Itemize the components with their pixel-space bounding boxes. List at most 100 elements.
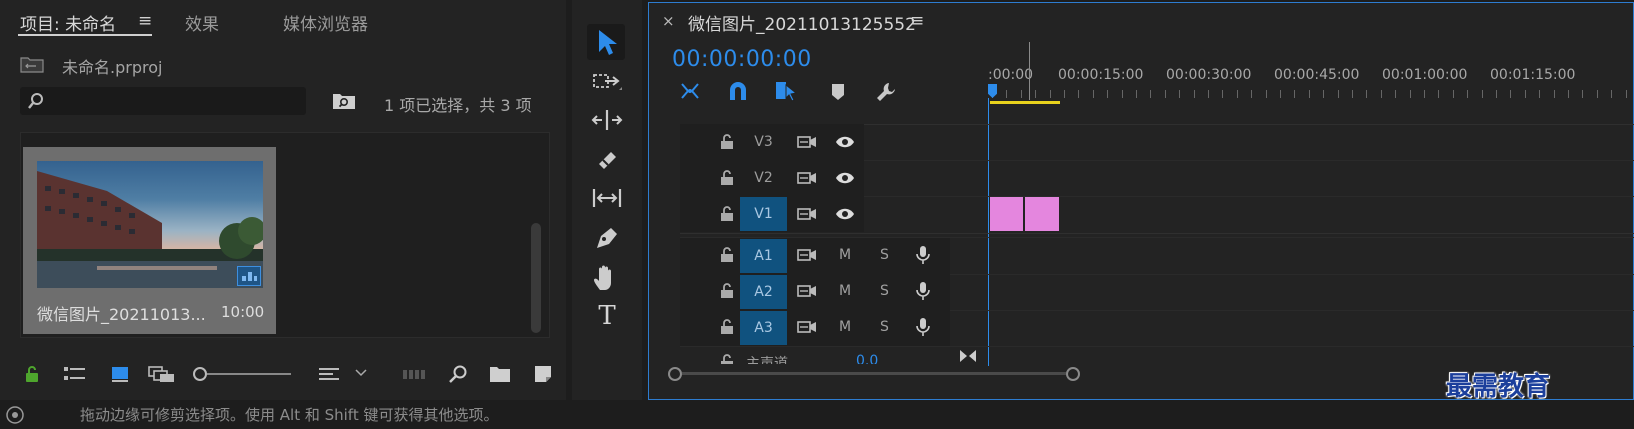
- ruler-tick: [1222, 90, 1223, 98]
- ruler-label: 00:01:15:00: [1490, 67, 1576, 83]
- ruler-tick: [1366, 90, 1367, 98]
- solo-button[interactable]: S: [880, 247, 889, 263]
- mute-button[interactable]: M: [839, 319, 851, 335]
- ripple-edit-tool[interactable]: [590, 105, 624, 135]
- track-target-a1[interactable]: A1: [740, 239, 787, 273]
- ruler-tick: [1107, 90, 1108, 98]
- track-target-a3[interactable]: A3: [740, 311, 787, 345]
- media-item[interactable]: 微信图片_20211013... 10:00: [23, 147, 276, 334]
- toggle-sync-lock-icon[interactable]: [796, 205, 818, 223]
- tab-effects[interactable]: 效果: [185, 10, 219, 35]
- razor-tool[interactable]: [590, 144, 624, 174]
- timeline-menu-icon[interactable]: ≡: [910, 11, 924, 31]
- track-target-v3[interactable]: V3: [740, 125, 787, 159]
- track-target-v2[interactable]: V2: [740, 161, 787, 195]
- zoom-slider[interactable]: [193, 367, 291, 381]
- track-lock-icon[interactable]: [718, 133, 736, 151]
- new-search-bin-icon[interactable]: [332, 90, 356, 112]
- playhead-line: [988, 98, 989, 366]
- ruler-tick: [1294, 90, 1295, 98]
- microphone-icon[interactable]: [914, 245, 932, 265]
- chevron-down-icon[interactable]: [354, 366, 368, 380]
- track-lock-icon[interactable]: [718, 353, 736, 364]
- ruler-tick: [1539, 90, 1540, 98]
- eye-icon[interactable]: [834, 169, 856, 187]
- tab-project[interactable]: 项目: 未命名: [20, 10, 116, 35]
- find-icon[interactable]: [447, 363, 469, 385]
- track-select-tool[interactable]: [590, 66, 624, 96]
- ruler-tick: [1194, 90, 1195, 98]
- sequence-tab-title[interactable]: 微信图片_20211013125552: [688, 10, 916, 35]
- snap-magnet-icon[interactable]: [726, 80, 750, 102]
- microphone-icon[interactable]: [914, 317, 932, 337]
- mute-button[interactable]: M: [839, 283, 851, 299]
- freeform-view-icon[interactable]: [148, 364, 176, 384]
- icon-view-icon[interactable]: [108, 364, 132, 384]
- ruler-tick: [1496, 90, 1497, 98]
- status-icon: [4, 404, 26, 426]
- wrench-icon[interactable]: [874, 80, 898, 104]
- ruler-tick: [1525, 90, 1526, 98]
- ruler-tick: [1424, 90, 1425, 98]
- hand-tool[interactable]: [590, 262, 624, 294]
- toggle-sync-lock-icon[interactable]: [796, 246, 818, 264]
- eye-icon[interactable]: [834, 205, 856, 223]
- eye-icon[interactable]: [834, 133, 856, 151]
- microphone-icon[interactable]: [914, 281, 932, 301]
- media-grid: 微信图片_20211013... 10:00: [20, 132, 550, 338]
- track-target-v1[interactable]: V1: [740, 197, 787, 231]
- playhead-timecode[interactable]: 00:00:00:00: [672, 47, 812, 72]
- ruler-tick: [1064, 90, 1065, 98]
- ruler-tick: [1453, 90, 1454, 98]
- timeline-clip[interactable]: [1025, 197, 1059, 231]
- toggle-sync-lock-icon[interactable]: [796, 169, 818, 187]
- close-icon[interactable]: ×: [662, 12, 675, 30]
- project-panel: 项目: 未命名 ≡ 效果 媒体浏览器 未命名.prproj 1 项已选择，共 3…: [0, 0, 566, 400]
- ruler-tick: [1338, 90, 1339, 98]
- sort-icon[interactable]: [318, 364, 342, 384]
- add-marker-icon[interactable]: [828, 82, 848, 102]
- track-lock-icon[interactable]: [718, 282, 736, 300]
- ruler-label: 00:00:15:00: [1058, 67, 1144, 83]
- solo-button[interactable]: S: [880, 319, 889, 335]
- project-menu-icon[interactable]: ≡: [138, 11, 152, 31]
- track-lock-icon[interactable]: [718, 318, 736, 336]
- solo-button[interactable]: S: [880, 283, 889, 299]
- sequence-badge-icon: [237, 266, 261, 286]
- new-item-icon[interactable]: [532, 363, 554, 385]
- track-target-a2[interactable]: A2: [740, 275, 787, 309]
- automate-to-sequence-icon: [402, 366, 426, 382]
- ruler-tick: [1035, 90, 1036, 98]
- master-volume-value[interactable]: 0.0: [856, 353, 878, 364]
- nest-sequence-icon[interactable]: [678, 80, 702, 102]
- track-lock-icon[interactable]: [718, 169, 736, 187]
- toggle-sync-lock-icon[interactable]: [796, 318, 818, 336]
- tab-media-browser[interactable]: 媒体浏览器: [283, 10, 368, 35]
- type-tool[interactable]: T: [590, 300, 624, 332]
- lock-icon[interactable]: [22, 364, 42, 384]
- track-lock-icon[interactable]: [718, 246, 736, 264]
- clip-name: 微信图片_20211013...: [37, 305, 206, 324]
- work-area-bar[interactable]: [990, 101, 1060, 104]
- ruler-tick: [1482, 90, 1483, 98]
- new-bin-icon[interactable]: [488, 364, 512, 384]
- ruler-tick: [1165, 90, 1166, 98]
- go-to-end-icon[interactable]: [958, 348, 978, 364]
- selection-tool[interactable]: [587, 24, 625, 60]
- ruler-tick: [1597, 90, 1598, 98]
- ruler-tick: [1122, 90, 1123, 98]
- project-file-name: 未命名.prproj: [62, 58, 163, 77]
- status-bar: 拖动边缘可修剪选择项。使用 Alt 和 Shift 键可获得其他选项。: [0, 400, 1634, 429]
- track-lock-icon[interactable]: [718, 205, 736, 223]
- toggle-sync-lock-icon[interactable]: [796, 133, 818, 151]
- toggle-sync-lock-icon[interactable]: [796, 282, 818, 300]
- scrollbar[interactable]: [531, 223, 541, 333]
- linked-selection-icon[interactable]: [774, 79, 800, 103]
- ruler-tick: [1150, 90, 1151, 98]
- slip-tool[interactable]: [590, 183, 624, 213]
- search-input[interactable]: [20, 87, 306, 115]
- list-view-icon[interactable]: [63, 364, 87, 384]
- timeline-clip[interactable]: [990, 197, 1023, 231]
- pen-tool[interactable]: [590, 222, 624, 254]
- mute-button[interactable]: M: [839, 247, 851, 263]
